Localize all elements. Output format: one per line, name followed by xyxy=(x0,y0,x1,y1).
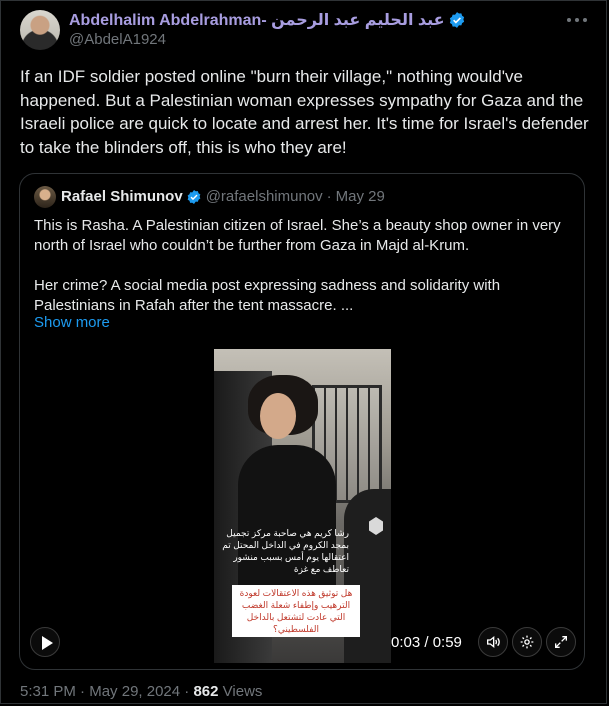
expand-icon xyxy=(555,636,567,648)
quote-author-name[interactable]: Rafael Shimunov xyxy=(61,188,183,205)
quote-author-avatar[interactable] xyxy=(34,186,56,208)
volume-button[interactable] xyxy=(478,627,508,657)
volume-icon xyxy=(487,635,500,649)
post-date[interactable]: May 29, 2024 xyxy=(89,683,180,700)
video-caption-white: رشا كريم هي صاحبة مركز تجميل بمجد الكروم… xyxy=(222,528,349,574)
quote-text: This is Rasha. A Palestinian citizen of … xyxy=(34,216,574,316)
author-name[interactable]: Abdelhalim Abdelrahman- عبد الحليم عبد ا… xyxy=(69,10,445,30)
author-name-row[interactable]: Abdelhalim Abdelrahman- عبد الحليم عبد ا… xyxy=(69,10,466,30)
tweet-footer: 5:31 PM · May 29, 2024 · 862 Views xyxy=(20,683,262,700)
video-player[interactable]: رشا كريم هي صاحبة مركز تجميل بمجد الكروم… xyxy=(214,349,391,663)
show-more-link[interactable]: Show more xyxy=(34,314,110,331)
quote-paragraph-2: Her crime? A social media post expressin… xyxy=(34,277,501,314)
views-label: Views xyxy=(222,683,263,700)
quoted-tweet[interactable]: Rafael Shimunov @rafaelshimunov · May 29… xyxy=(19,173,585,670)
author-handle[interactable]: @AbdelA1924 xyxy=(69,31,166,48)
quote-paragraph-1: This is Rasha. A Palestinian citizen of … xyxy=(34,217,561,254)
quote-header: Rafael Shimunov @rafaelshimunov · May 29 xyxy=(61,188,385,205)
author-avatar[interactable] xyxy=(20,10,60,50)
more-dot xyxy=(583,18,587,22)
settings-button[interactable] xyxy=(512,627,542,657)
views-count: 862 xyxy=(193,683,219,700)
play-button[interactable] xyxy=(30,627,60,657)
video-timecode: 0:03 / 0:59 xyxy=(391,634,462,651)
footer-separator: · xyxy=(184,683,190,700)
more-dot xyxy=(575,18,579,22)
quote-separator: · xyxy=(326,188,332,205)
tweet-card: Abdelhalim Abdelrahman- عبد الحليم عبد ا… xyxy=(0,0,607,704)
more-dot xyxy=(567,18,571,22)
more-options-icon[interactable] xyxy=(567,12,587,28)
verified-badge-icon xyxy=(449,12,464,28)
post-time[interactable]: 5:31 PM xyxy=(20,683,76,700)
quote-author-handle[interactable]: @rafaelshimunov xyxy=(206,188,323,205)
verified-badge-icon xyxy=(187,189,201,204)
tweet-text: If an IDF soldier posted online "burn th… xyxy=(20,67,589,157)
video-scene-face xyxy=(260,393,296,439)
footer-separator: · xyxy=(80,683,86,700)
gear-icon xyxy=(520,635,534,649)
video-caption-red: هل توثيق هذه الاعتقالات لعودة الترهيب وإ… xyxy=(232,585,360,637)
fullscreen-button[interactable] xyxy=(546,627,576,657)
quote-date[interactable]: May 29 xyxy=(336,188,385,205)
